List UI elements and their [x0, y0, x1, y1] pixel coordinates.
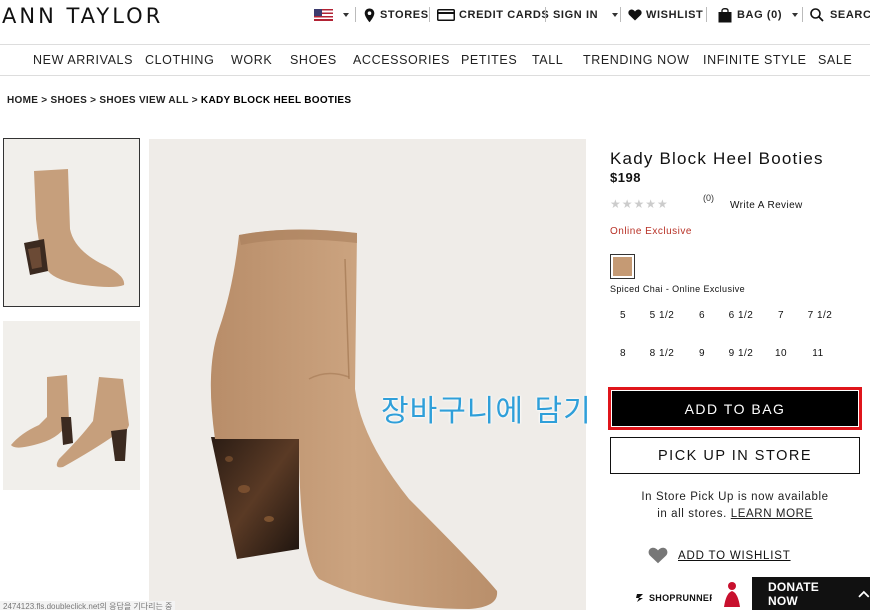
location-pin-icon — [364, 8, 375, 22]
breadcrumb-home[interactable]: HOME — [7, 95, 38, 106]
divider — [545, 7, 546, 22]
size-option[interactable]: 6 — [687, 310, 717, 321]
color-swatch-spiced-chai[interactable] — [610, 254, 635, 279]
divider — [429, 7, 430, 22]
size-option[interactable]: 9 — [687, 348, 717, 359]
pickup-line-2-text: in all stores. — [657, 508, 727, 520]
product-thumbnail-2[interactable] — [3, 321, 140, 490]
search-link[interactable]: SEARCH — [810, 7, 870, 23]
size-option[interactable]: 7 — [766, 310, 796, 321]
size-option[interactable]: 8 1/2 — [647, 348, 677, 359]
wishlist-link[interactable]: WISHLIST — [628, 7, 703, 23]
bag-label: BAG (0) — [737, 9, 783, 21]
pickup-line-2: in all stores. LEARN MORE — [610, 506, 860, 523]
store-pickup-info: In Store Pick Up is now available in all… — [610, 489, 860, 523]
stores-label: STORES — [380, 9, 429, 21]
add-to-bag-button[interactable]: ADD TO BAG — [612, 391, 858, 426]
breadcrumb-separator: > — [191, 95, 198, 106]
breadcrumb: HOME > SHOES > SHOES VIEW ALL > KADY BLO… — [7, 95, 351, 106]
pickup-line-1: In Store Pick Up is now available — [641, 491, 829, 503]
shopping-bag-icon — [718, 7, 732, 22]
add-to-wishlist-label: ADD TO WISHLIST — [678, 549, 791, 562]
color-name: Spiced Chai - Online Exclusive — [610, 284, 746, 294]
nav-item-accessories[interactable]: ACCESSORIES — [353, 53, 450, 67]
bag-link[interactable]: BAG (0) — [718, 7, 799, 23]
divider — [706, 7, 707, 22]
wishlist-label: WISHLIST — [646, 9, 704, 21]
search-label: SEARCH — [830, 9, 870, 21]
write-review-link[interactable]: Write A Review — [730, 200, 803, 211]
divider — [802, 7, 803, 22]
size-option[interactable]: 5 — [608, 310, 638, 321]
add-to-bag-annotation: 장바구니에 담기 — [381, 394, 592, 429]
size-option[interactable]: 7 1/2 — [805, 310, 835, 321]
size-option[interactable]: 6 1/2 — [726, 310, 756, 321]
nav-item-trending-now[interactable]: TRENDING NOW — [583, 53, 690, 67]
nav-item-work[interactable]: WORK — [231, 53, 272, 67]
nav-item-shoes[interactable]: SHOES — [290, 53, 337, 67]
nav-item-tall[interactable]: TALL — [532, 53, 563, 67]
search-icon — [810, 8, 824, 22]
credit-card-icon — [437, 9, 455, 21]
swatch-fill — [613, 257, 632, 276]
breadcrumb-current: KADY BLOCK HEEL BOOTIES — [200, 95, 352, 106]
chevron-up-icon — [858, 590, 870, 598]
shoprunner-badge[interactable]: SHOPRUNNER — [635, 593, 716, 603]
learn-more-link[interactable]: LEARN MORE — [731, 508, 813, 520]
breadcrumb-separator: > — [90, 95, 97, 106]
product-main-image[interactable] — [149, 139, 586, 610]
us-flag-icon — [314, 9, 333, 21]
charity-logo-icon — [712, 577, 752, 610]
add-to-wishlist-link[interactable]: ADD TO WISHLIST — [648, 547, 791, 564]
boot-side-image — [4, 139, 139, 306]
brand-logo[interactable]: ANN TAYLOR — [2, 4, 163, 28]
shoprunner-label: SHOPRUNNER — [649, 593, 717, 603]
nav-item-petites[interactable]: PETITES — [461, 53, 517, 67]
product-title: Kady Block Heel Booties — [610, 149, 824, 168]
online-exclusive-badge: Online Exclusive — [610, 226, 692, 237]
shoprunner-icon — [636, 594, 643, 602]
top-bar: ANN TAYLOR STORES CREDIT CARDS SIGN IN W… — [0, 0, 870, 30]
size-option[interactable]: 10 — [766, 348, 796, 359]
chevron-down-icon — [343, 13, 349, 17]
stores-link[interactable]: STORES — [364, 7, 429, 23]
review-count: (0) — [703, 193, 714, 203]
heart-icon — [628, 9, 642, 21]
donate-now-label: DONATE NOW — [768, 579, 819, 608]
sign-in-label: SIGN IN — [553, 9, 599, 21]
credit-cards-label: CREDIT CARDS — [459, 9, 550, 21]
credit-cards-link[interactable]: CREDIT CARDS — [437, 7, 549, 23]
boot-main-image — [149, 139, 586, 610]
breadcrumb-separator: > — [41, 95, 48, 106]
divider — [620, 7, 621, 22]
nav-item-new-arrivals[interactable]: NEW ARRIVALS — [33, 53, 133, 67]
donate-now-bar[interactable]: DONATE NOW — [712, 577, 870, 610]
product-price: $198 — [610, 170, 641, 185]
main-nav: NEW ARRIVALS CLOTHING WORK SHOES ACCESSO… — [0, 44, 870, 76]
divider — [355, 7, 356, 22]
product-thumbnail-1[interactable] — [3, 138, 140, 307]
browser-status-bar: 2474123.fls.doubleclick.net의 응답을 기다리는 중 — [0, 601, 176, 610]
nav-item-clothing[interactable]: CLOTHING — [145, 53, 214, 67]
chevron-down-icon — [792, 13, 799, 17]
size-option[interactable]: 8 — [608, 348, 638, 359]
pick-up-in-store-button[interactable]: PICK UP IN STORE — [610, 437, 860, 474]
rating-stars: ★★★★★ — [610, 197, 669, 211]
boot-pair-image — [3, 321, 140, 490]
breadcrumb-shoes-view-all[interactable]: SHOES VIEW ALL — [99, 95, 188, 106]
nav-item-infinite-style[interactable]: INFINITE STYLE — [703, 53, 807, 67]
sign-in-link[interactable]: SIGN IN — [553, 7, 619, 23]
size-option[interactable]: 9 1/2 — [726, 348, 756, 359]
heart-icon — [648, 547, 668, 564]
nav-item-sale[interactable]: SALE — [818, 53, 852, 67]
size-option[interactable]: 11 — [803, 348, 833, 359]
chevron-down-icon — [612, 13, 619, 17]
breadcrumb-shoes[interactable]: SHOES — [51, 95, 88, 106]
country-selector[interactable] — [314, 7, 349, 23]
add-to-bag-highlight: ADD TO BAG — [608, 387, 862, 430]
size-option[interactable]: 5 1/2 — [647, 310, 677, 321]
